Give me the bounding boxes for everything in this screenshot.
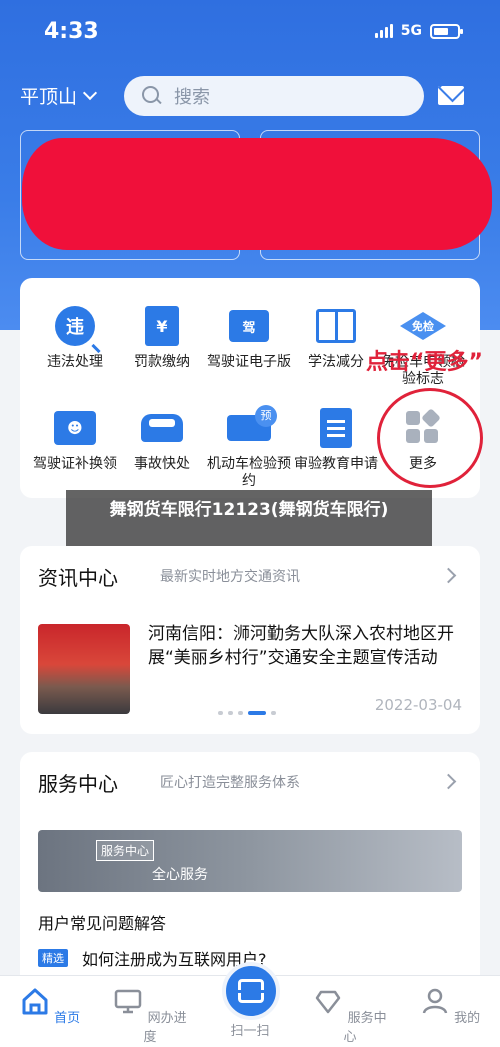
city-selector[interactable]: 平顶山 xyxy=(20,82,98,109)
scan-button[interactable] xyxy=(222,962,280,1020)
service-label: 事故快处 xyxy=(134,456,190,472)
city-name: 平顶山 xyxy=(20,86,78,108)
license-replace-icon: ☻ xyxy=(54,411,96,445)
status-indicators: 5G xyxy=(374,23,463,39)
service-label: 违法处理 xyxy=(47,354,103,370)
chevron-right-icon[interactable] xyxy=(440,773,457,790)
chevron-right-icon[interactable] xyxy=(440,567,457,584)
service-fine[interactable]: ¥ 罚款缴纳 xyxy=(119,302,205,371)
tab-service[interactable]: 服务中心 xyxy=(310,986,390,1045)
banner-text: 全心服务 xyxy=(152,867,208,883)
service-banner[interactable]: 服务中心 全心服务 xyxy=(38,830,462,892)
service-vehicle-inspect[interactable]: 机动车检验预约 xyxy=(206,404,292,490)
tab-label: 网办进度 xyxy=(143,1011,187,1045)
tab-label: 首页 xyxy=(54,1011,81,1026)
tab-label: 扫一扫 xyxy=(230,1024,270,1039)
chevron-down-icon xyxy=(82,85,98,101)
tab-label: 我的 xyxy=(454,1011,481,1026)
service-e-license[interactable]: 驾 驾驶证电子版 xyxy=(206,302,292,371)
vehicle-inspect-icon xyxy=(227,405,277,441)
service-center-title: 服务中心 xyxy=(38,772,118,796)
news-subtitle: 最新实时地方交通资讯 xyxy=(160,569,300,585)
service-license-replace[interactable]: ☻ 驾驶证补换领 xyxy=(32,404,118,473)
monitor-icon xyxy=(115,989,142,1014)
service-center-card: 服务中心 匠心打造完整服务体系 服务中心 全心服务 用户常见问题解答 精选 如何… xyxy=(20,752,480,992)
inspection-exempt-icon: 免检 xyxy=(400,312,446,340)
service-review[interactable]: 审验教育申请 xyxy=(293,404,379,473)
tab-scan[interactable]: 扫一扫 xyxy=(210,1020,290,1039)
news-title: 资讯中心 xyxy=(38,566,118,590)
news-thumbnail[interactable] xyxy=(38,624,130,714)
tab-label: 服务中心 xyxy=(343,1011,387,1045)
top-bar: 平顶山 搜索 xyxy=(0,72,500,118)
annotation-circle xyxy=(377,388,483,488)
e-license-icon: 驾 xyxy=(229,310,269,342)
home-icon xyxy=(22,988,48,1015)
redaction-mark xyxy=(22,138,492,250)
service-label: 驾驶证补换领 xyxy=(33,456,117,472)
tab-mine[interactable]: 我的 xyxy=(410,986,490,1026)
service-violation[interactable]: 违 违法处理 xyxy=(32,302,118,371)
service-label: 审验教育申请 xyxy=(294,456,378,472)
review-doc-icon xyxy=(320,408,352,448)
service-label: 罚款缴纳 xyxy=(134,354,190,370)
violation-icon: 违 xyxy=(55,306,95,346)
service-center-subtitle: 匠心打造完整服务体系 xyxy=(160,775,300,791)
service-accident[interactable]: 事故快处 xyxy=(119,404,205,473)
scan-icon xyxy=(236,979,266,1003)
service-label: 驾驶证电子版 xyxy=(207,354,291,370)
service-icon xyxy=(316,990,341,1014)
clock: 4:33 xyxy=(44,18,99,44)
featured-badge: 精选 xyxy=(38,949,68,967)
signal-icon xyxy=(374,24,393,38)
annotation-text: 点击“更多” xyxy=(366,350,483,375)
network-type: 5G xyxy=(400,23,422,39)
search-input[interactable]: 搜索 xyxy=(124,76,424,116)
mail-icon[interactable] xyxy=(438,86,464,105)
tab-home[interactable]: 首页 xyxy=(10,986,90,1026)
status-bar: 4:33 5G xyxy=(0,0,500,62)
accident-car-icon xyxy=(141,414,183,442)
battery-icon xyxy=(430,23,463,39)
carousel-dots xyxy=(218,711,276,715)
service-label: 机动车检验预约 xyxy=(207,456,291,489)
featured-question[interactable]: 精选 如何注册成为互联网用户? xyxy=(38,946,267,970)
user-icon xyxy=(422,988,448,1014)
news-headline[interactable]: 河南信阳：浉河勤务大队深入农村地区开展“美丽乡村行”交通安全主题宣传活动 xyxy=(148,622,470,670)
fine-payment-icon: ¥ xyxy=(145,306,179,346)
search-icon xyxy=(142,86,162,106)
tab-progress[interactable]: 网办进度 xyxy=(110,986,190,1045)
study-book-icon xyxy=(316,309,356,343)
news-card: 资讯中心 最新实时地方交通资讯 河南信阳：浉河勤务大队深入农村地区开展“美丽乡村… xyxy=(20,546,480,734)
search-placeholder: 搜索 xyxy=(174,87,210,108)
news-date: 2022-03-04 xyxy=(374,696,462,714)
faq-heading[interactable]: 用户常见问题解答 xyxy=(38,910,166,934)
banner-tag: 服务中心 xyxy=(96,840,155,861)
